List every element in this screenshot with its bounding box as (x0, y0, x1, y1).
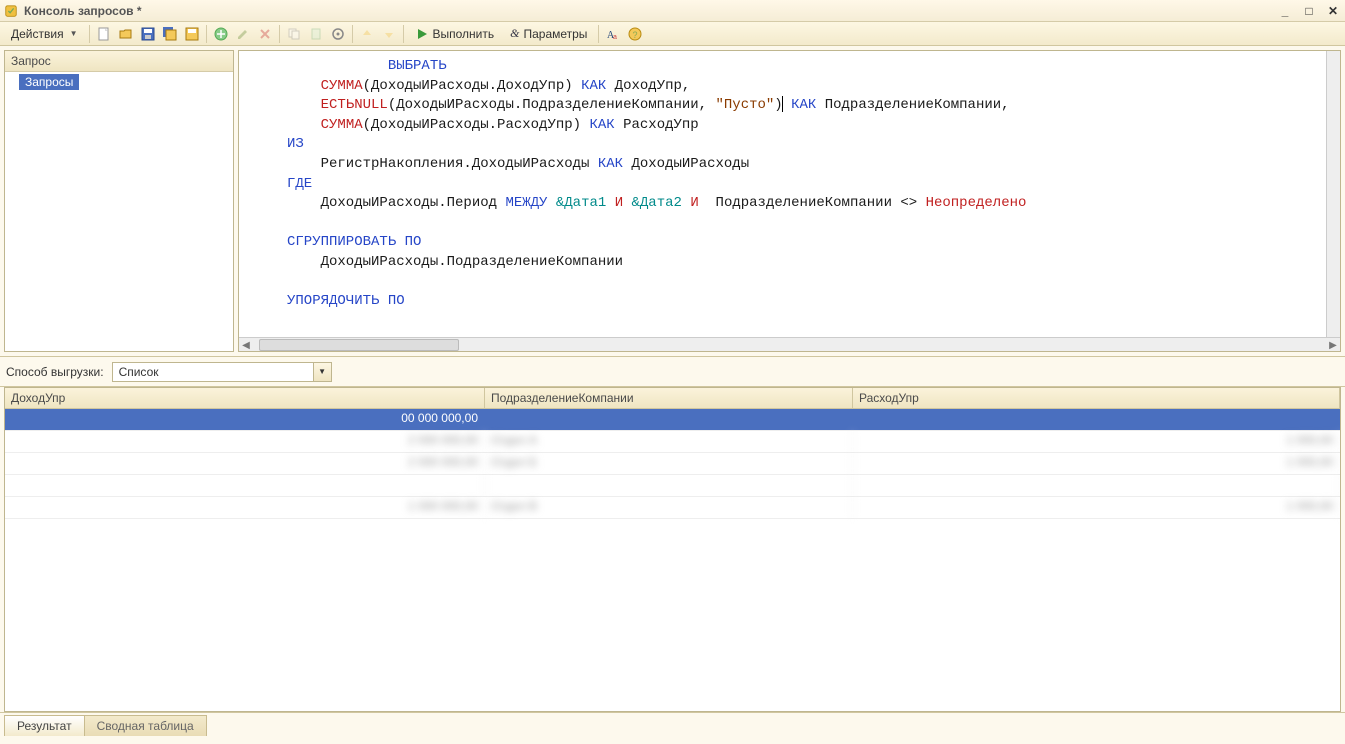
cell (485, 409, 853, 430)
separator (89, 25, 90, 43)
cell: 1 000 000,00 (5, 497, 485, 518)
column-header-2[interactable]: ПодразделениеКомпании (485, 388, 853, 408)
svg-text:?: ? (633, 30, 638, 40)
column-header-3[interactable]: РасходУпр (853, 388, 1340, 408)
save-all-icon[interactable] (160, 24, 180, 44)
export-select[interactable]: Список ▼ (112, 362, 332, 382)
actions-label: Действия (11, 27, 64, 41)
cell: Отдел В (485, 497, 853, 518)
execute-button[interactable]: Выполнить (408, 24, 502, 44)
add-icon[interactable] (211, 24, 231, 44)
ampersand-icon: & (510, 26, 519, 41)
cell (853, 475, 1340, 496)
cell: 1 000,00 (853, 431, 1340, 452)
open-icon[interactable] (116, 24, 136, 44)
editor-scrollbar-vertical[interactable] (1326, 51, 1340, 337)
table-row[interactable]: 2 000 000,00Отдел А1 000,00 (5, 431, 1340, 453)
close-button[interactable]: ✕ (1325, 3, 1341, 19)
tab-result[interactable]: Результат (4, 715, 85, 736)
save-icon[interactable] (138, 24, 158, 44)
separator (598, 25, 599, 43)
new-icon[interactable] (94, 24, 114, 44)
cell: 2 000 000,00 (5, 431, 485, 452)
table-row[interactable]: 2 000 000,00Отдел Б1 000,00 (5, 453, 1340, 475)
export-bar: Способ выгрузки: Список ▼ (0, 357, 1345, 387)
separator (403, 25, 404, 43)
cell: Отдел А (485, 431, 853, 452)
execute-label: Выполнить (433, 27, 495, 41)
scroll-left-icon[interactable]: ◀ (239, 338, 253, 352)
maximize-button[interactable]: □ (1301, 3, 1317, 19)
parameters-button[interactable]: & Параметры (503, 24, 594, 44)
editor-scrollbar-horizontal[interactable]: ◀ ▶ (239, 337, 1340, 351)
table-row[interactable]: 00 000 000,00 (5, 409, 1340, 431)
cell: 1 000,00 (853, 497, 1340, 518)
table-row[interactable] (5, 475, 1340, 497)
window-title: Консоль запросов * (24, 4, 1277, 18)
cell: 00 000 000,00 (5, 409, 485, 430)
query-editor[interactable]: ВЫБРАТЬ СУММА(ДоходыИРасходы.ДоходУпр) К… (238, 50, 1341, 352)
chevron-down-icon: ▼ (70, 29, 78, 38)
edit-icon[interactable] (233, 24, 253, 44)
actions-menu[interactable]: Действия ▼ (4, 24, 85, 44)
results-panel: Способ выгрузки: Список ▼ ДоходУпр Подра… (0, 356, 1345, 736)
scroll-thumb[interactable] (259, 339, 459, 351)
titlebar: Консоль запросов * _ □ ✕ (0, 0, 1345, 22)
main-area: Запрос Запросы ВЫБРАТЬ СУММА(ДоходыИРасх… (0, 46, 1345, 356)
svg-text:a: a (613, 34, 617, 41)
paste-icon[interactable] (306, 24, 326, 44)
chevron-down-icon[interactable]: ▼ (313, 363, 331, 381)
down-icon[interactable] (379, 24, 399, 44)
grid-header: ДоходУпр ПодразделениеКомпании РасходУпр (5, 388, 1340, 409)
up-icon[interactable] (357, 24, 377, 44)
table-row[interactable]: 1 000 000,00Отдел В1 000,00 (5, 497, 1340, 519)
tree-body: Запросы (5, 72, 233, 351)
font-icon[interactable]: Aa (603, 24, 623, 44)
scroll-right-icon[interactable]: ▶ (1326, 338, 1340, 352)
toolbar: Действия ▼ Выполнить & Параметры Aa ? (0, 22, 1345, 46)
result-tabs: Результат Сводная таблица (0, 712, 1345, 736)
tree-header: Запрос (5, 51, 233, 72)
cell (5, 475, 485, 496)
query-tree-panel: Запрос Запросы (4, 50, 234, 352)
separator (279, 25, 280, 43)
separator (206, 25, 207, 43)
help-icon[interactable]: ? (625, 24, 645, 44)
cell (853, 409, 1340, 430)
grid-body: 00 000 000,002 000 000,00Отдел А1 000,00… (5, 409, 1340, 711)
copy-icon[interactable] (284, 24, 304, 44)
minimize-button[interactable]: _ (1277, 3, 1293, 19)
settings-icon[interactable] (328, 24, 348, 44)
app-icon (4, 4, 18, 18)
saveas-icon[interactable] (182, 24, 202, 44)
results-grid: ДоходУпр ПодразделениеКомпании РасходУпр… (4, 387, 1341, 712)
cell: 1 000,00 (853, 453, 1340, 474)
parameters-label: Параметры (523, 27, 587, 41)
separator (352, 25, 353, 43)
tab-pivot[interactable]: Сводная таблица (84, 715, 207, 736)
cell (485, 475, 853, 496)
delete-icon[interactable] (255, 24, 275, 44)
play-icon (415, 27, 429, 41)
tree-node-root[interactable]: Запросы (19, 74, 79, 90)
column-header-1[interactable]: ДоходУпр (5, 388, 485, 408)
export-selected: Список (113, 365, 313, 379)
export-label: Способ выгрузки: (6, 365, 104, 379)
editor-text[interactable]: ВЫБРАТЬ СУММА(ДоходыИРасходы.ДоходУпр) К… (239, 51, 1340, 337)
cell: Отдел Б (485, 453, 853, 474)
cell: 2 000 000,00 (5, 453, 485, 474)
